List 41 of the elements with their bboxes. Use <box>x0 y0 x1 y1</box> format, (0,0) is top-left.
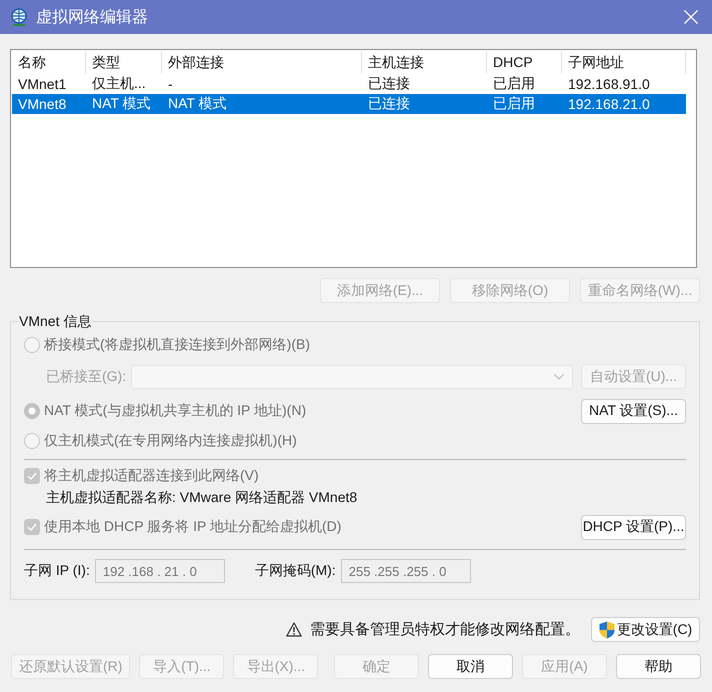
adapter-name-text: 主机虚拟适配器名称: VMware 网络适配器 VMnet8 <box>46 489 358 507</box>
footer-button[interactable]: 帮助 <box>616 654 701 679</box>
network-row[interactable]: VMnet1 仅主机... - 已连接 已启用 192.168.91.0 <box>12 74 696 94</box>
close-button[interactable] <box>684 10 698 24</box>
table-cell: 已启用 <box>493 75 535 91</box>
column-header[interactable]: 名称 <box>12 51 86 74</box>
window-title: 虚拟网络编辑器 <box>36 8 148 28</box>
column-header[interactable]: 主机连接 <box>362 51 487 74</box>
table-cell: VMnet1 <box>18 76 66 92</box>
column-header[interactable]: 外部连接 <box>162 51 362 74</box>
footer-button[interactable]: 取消 <box>428 654 513 679</box>
checkbox-label: 将主机虚拟适配器连接到此网络(V) <box>44 467 259 485</box>
table-cell: - <box>168 76 173 92</box>
bridged-to-label: 已桥接至(G): <box>46 368 126 386</box>
table-cell: 已连接 <box>368 95 410 111</box>
radio-label: 仅主机模式(在专用网络内连接虚拟机)(H) <box>44 432 297 450</box>
checkbox-label: 使用本地 DHCP 服务将 IP 地址分配给虚拟机(D) <box>44 518 342 536</box>
subnet-ip-label: 子网 IP (I): <box>24 562 90 580</box>
table-cell: 192.168.91.0 <box>568 76 650 92</box>
network-icon <box>10 8 28 26</box>
table-cell: NAT 模式 <box>168 95 227 111</box>
table-cell: 已连接 <box>368 75 410 91</box>
radio-label: NAT 模式(与虚拟机共享主机的 IP 地址)(N) <box>44 402 306 420</box>
table-cell: 已启用 <box>493 95 535 111</box>
column-header[interactable]: 子网地址 <box>562 51 686 74</box>
change-settings-button[interactable]: 更改设置(C) <box>591 617 700 642</box>
radio-label: 桥接模式(将虚拟机直接连接到外部网络)(B) <box>44 336 310 354</box>
network-row[interactable]: VMnet8 NAT 模式 NAT 模式 已连接 已启用 192.168.21.0 <box>12 94 686 114</box>
close-icon <box>684 10 698 24</box>
warning-icon <box>286 622 302 637</box>
group-title: VMnet 信息 <box>18 312 92 330</box>
column-header[interactable]: DHCP <box>487 51 562 74</box>
table-cell: 192.168.21.0 <box>568 96 650 112</box>
table-cell: VMnet8 <box>18 96 66 112</box>
table-cell: 仅主机... <box>92 75 146 91</box>
column-header[interactable]: 类型 <box>86 51 162 74</box>
subnet-mask-label: 子网掩码(M): <box>254 562 336 580</box>
admin-warning-text: 需要具备管理员特权才能修改网络配置。 <box>310 620 580 639</box>
shield-icon <box>598 620 615 638</box>
table-cell: NAT 模式 <box>92 95 151 111</box>
chevron-down-icon <box>554 374 564 380</box>
